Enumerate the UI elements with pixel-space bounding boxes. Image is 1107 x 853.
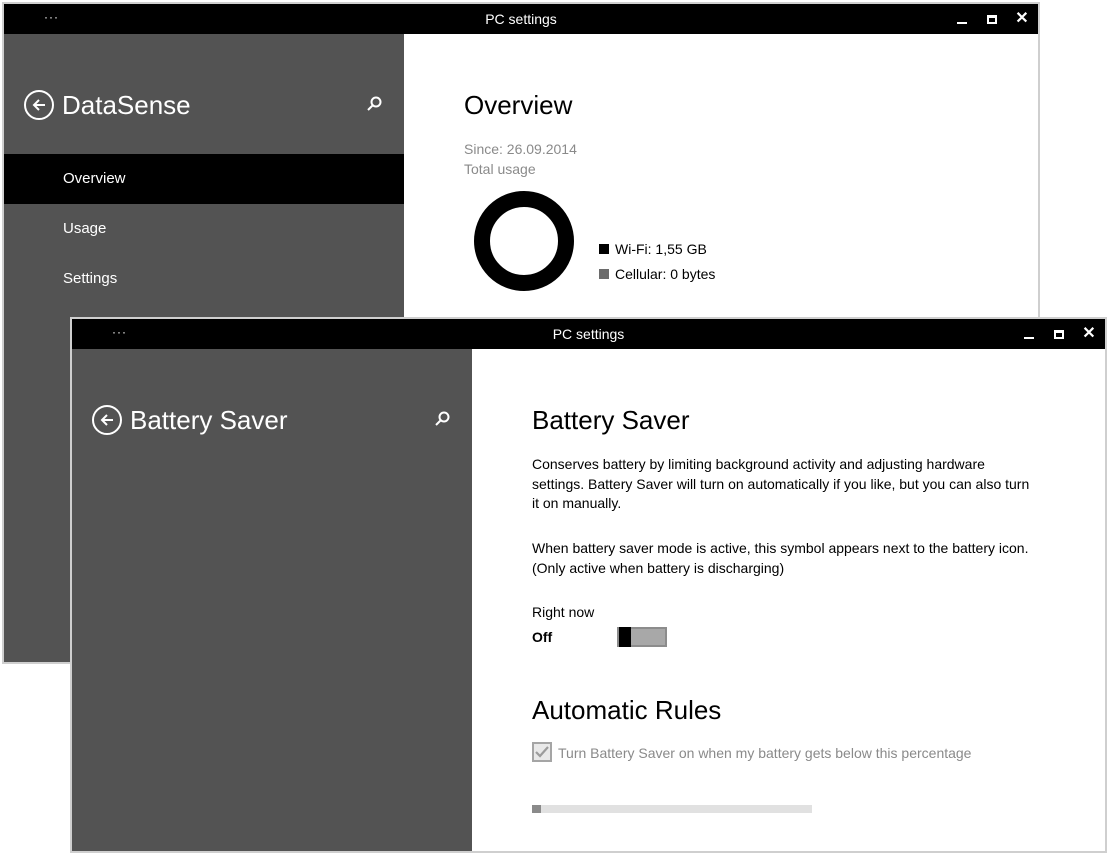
sidebar-item-overview[interactable]: Overview [4,154,404,204]
toggle-thumb [619,627,631,647]
minimize-icon [957,22,967,24]
minimize-icon [1024,337,1034,339]
checkmark-icon [535,746,549,758]
sidebar-title: DataSense [62,90,191,120]
battery-saver-toggle[interactable] [617,627,667,647]
close-button[interactable]: ✕ [1010,7,1034,31]
cellular-swatch [599,269,609,279]
close-button[interactable]: ✕ [1077,322,1101,346]
battery-saver-window: ··· PC settings ✕ Battery Saver Battery … [70,317,1107,853]
back-arrow-icon [100,414,113,426]
back-arrow-icon [32,99,45,111]
usage-donut-chart [474,191,574,291]
title-bar[interactable]: ··· PC settings ✕ [72,319,1105,349]
maximize-button[interactable] [980,7,1004,31]
sidebar-item-label: Overview [63,170,126,187]
sidebar-title: Battery Saver [130,405,288,435]
back-button[interactable] [92,405,122,435]
symbol-info-paragraph: When battery saver mode is active, this … [532,539,1052,578]
minimize-button[interactable] [1017,322,1041,346]
sidebar: Battery Saver [72,349,472,851]
description-paragraph: Conserves battery by limiting background… [532,455,1052,514]
wifi-usage-ring [474,191,574,291]
toggle-state-label: Off [532,629,553,645]
right-now-label: Right now [532,604,595,620]
description-line: settings. Battery Saver will turn on aut… [532,475,1030,492]
maximize-icon [1054,329,1064,339]
maximize-icon [987,14,997,24]
minimize-button[interactable] [950,7,974,31]
title-bar[interactable]: ··· PC settings ✕ [4,4,1038,34]
close-icon: ✕ [1082,325,1096,342]
search-icon[interactable] [434,410,452,428]
sidebar-item-settings[interactable]: Settings [4,254,404,304]
battery-percentage-slider[interactable] [532,805,812,813]
back-button[interactable] [24,90,54,120]
legend-label: Wi-Fi: 1,55 GB [615,241,707,257]
automatic-rules-heading: Automatic Rules [532,695,722,725]
description-line: Conserves battery by limiting background… [532,456,985,472]
legend-label: Cellular: 0 bytes [615,266,716,282]
info-line: (Only active when battery is discharging… [532,559,785,576]
since-date: Since: 26.09.2014 [464,141,577,157]
total-usage-label: Total usage [464,161,536,177]
content-pane: Battery Saver Conserves battery by limit… [472,349,1105,851]
maximize-button[interactable] [1047,322,1071,346]
window-title: PC settings [485,11,557,27]
window-title: PC settings [552,326,625,342]
close-icon: ✕ [1015,10,1029,27]
description-line: it on manually. [532,495,622,511]
sidebar-item-usage[interactable]: Usage [4,204,404,254]
low-battery-checkbox[interactable] [532,742,552,762]
sidebar-item-label: Settings [63,270,118,287]
info-line: When battery saver mode is active, this … [532,540,1029,556]
legend-item-cellular: Cellular: 0 bytes [599,266,715,282]
legend-item-wifi: Wi-Fi: 1,55 GB [599,241,707,257]
sidebar-item-label: Usage [63,220,107,237]
search-icon[interactable] [366,95,384,113]
page-title: Battery Saver [532,405,690,435]
wifi-swatch [599,244,609,254]
checkbox-label: Turn Battery Saver on when my battery ge… [558,745,972,761]
slider-thumb[interactable] [532,805,541,813]
page-title: Overview [464,90,573,120]
